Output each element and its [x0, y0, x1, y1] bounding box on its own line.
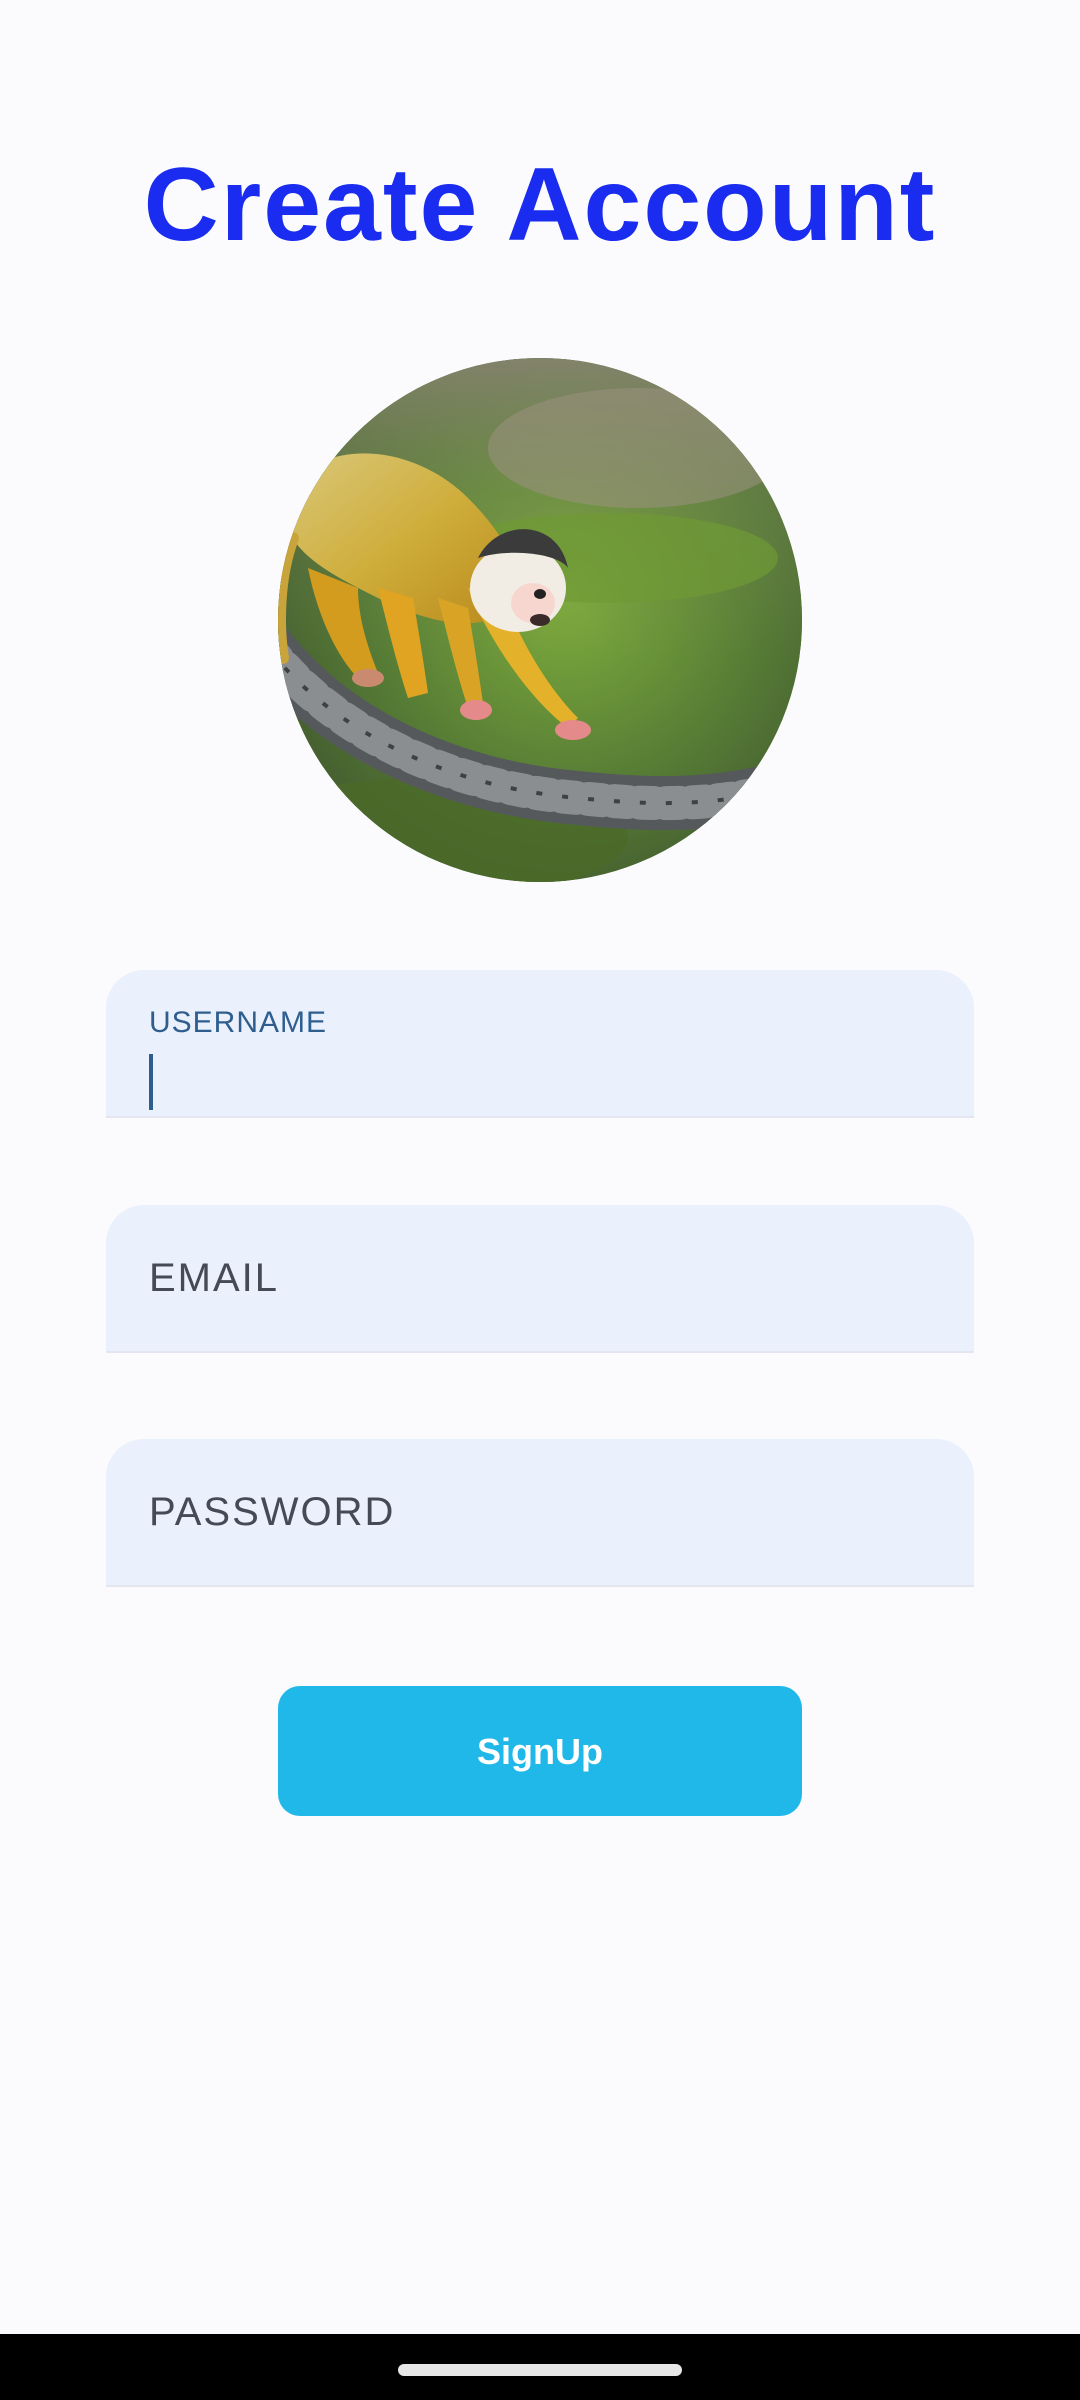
password-placeholder: PASSWORD	[149, 1490, 396, 1534]
page-title: Create Account	[143, 147, 937, 263]
username-label: USERNAME	[149, 1006, 328, 1039]
signup-button[interactable]: SignUp	[278, 1686, 802, 1816]
password-field[interactable]: PASSWORD	[106, 1439, 974, 1587]
email-field[interactable]: EMAIL	[106, 1205, 974, 1353]
username-field[interactable]: USERNAME	[106, 970, 974, 1118]
system-navigation-bar	[0, 2334, 1080, 2400]
text-cursor	[149, 1054, 153, 1110]
home-gesture-handle[interactable]	[398, 2364, 682, 2376]
profile-avatar[interactable]	[278, 358, 802, 882]
email-placeholder: EMAIL	[149, 1256, 280, 1300]
profile-photo	[278, 358, 802, 882]
